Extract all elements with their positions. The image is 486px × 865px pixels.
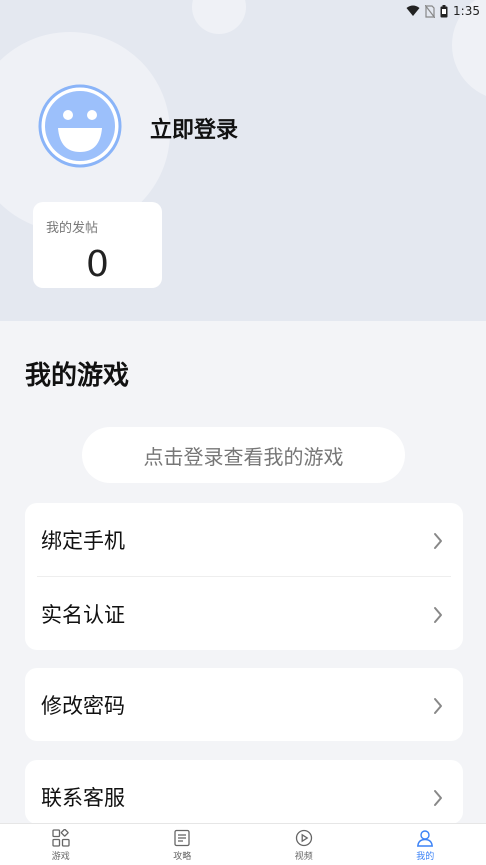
play-icon [295,829,313,849]
my-posts-card[interactable]: 我的发帖 0 [33,202,162,288]
account-menu-card: 绑定手机 实名认证 [25,503,463,650]
my-games-title: 我的游戏 [25,361,130,391]
news-icon [173,829,191,849]
person-icon [416,829,434,849]
bottom-tab-bar: 游戏 攻略 视频 我的 [0,823,486,865]
chevron-right-icon [433,788,443,812]
tab-games-label: 游戏 [51,852,70,862]
tab-videos[interactable]: 视频 [243,824,365,865]
service-menu-card: 联系客服 [25,760,463,824]
contact-service-item[interactable]: 联系客服 [25,760,463,824]
chevron-right-icon [433,696,443,720]
real-name-verify-label: 实名认证 [41,602,125,627]
grid-icon [52,829,70,849]
chevron-right-icon [433,605,443,629]
tab-guides-label: 攻略 [173,852,192,862]
no-sim-icon [425,4,436,18]
my-posts-count: 0 [86,244,109,285]
login-link[interactable]: 立即登录 [150,112,238,144]
status-time: 1:35 [453,4,480,18]
real-name-verify-item[interactable]: 实名认证 [25,577,463,650]
status-bar: 1:35 [406,0,486,22]
password-menu-card: 修改密码 [25,668,463,741]
change-password-label: 修改密码 [41,693,125,718]
tab-videos-label: 视频 [294,852,313,862]
change-password-item[interactable]: 修改密码 [25,668,463,741]
smiley-avatar-icon[interactable] [38,84,122,168]
my-posts-label: 我的发帖 [46,221,99,236]
tab-mine-label: 我的 [416,852,435,862]
chevron-right-icon [433,531,443,555]
login-to-view-games-button[interactable]: 点击登录查看我的游戏 [82,427,405,483]
contact-service-label: 联系客服 [41,785,125,810]
tab-mine[interactable]: 我的 [365,824,486,865]
bind-phone-item[interactable]: 绑定手机 [25,503,463,576]
bind-phone-label: 绑定手机 [41,528,125,553]
tab-games[interactable]: 游戏 [0,824,122,865]
decor-circle [192,0,246,34]
tab-guides[interactable]: 攻略 [122,824,244,865]
battery-icon [440,4,448,18]
wifi-icon [406,5,420,17]
